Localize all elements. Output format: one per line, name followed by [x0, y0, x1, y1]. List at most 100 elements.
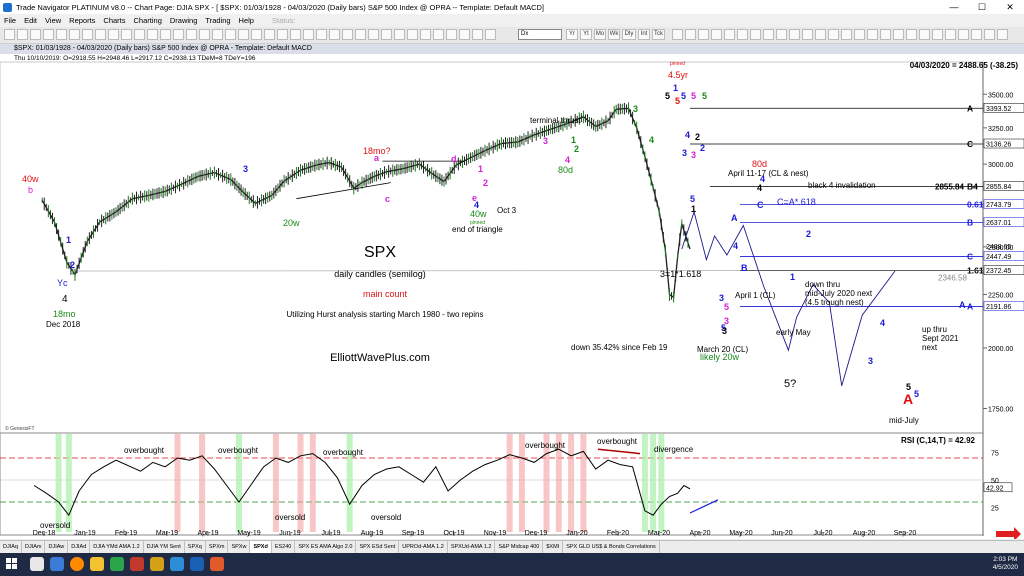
chart-area[interactable]: Thu 10/10/2019: O=2918.55 H=2948.46 L=29…	[0, 54, 1024, 541]
scroll-right-icon[interactable]	[996, 527, 1021, 541]
toolbar-button[interactable]	[997, 29, 1008, 40]
tab-spxm[interactable]: SPXm	[206, 541, 229, 553]
close-button[interactable]: ✕	[996, 0, 1024, 14]
mo-button[interactable]: Mo	[594, 29, 606, 40]
toolbar-button[interactable]	[815, 29, 826, 40]
toolbar-button[interactable]	[251, 29, 262, 40]
toolbar-button[interactable]	[919, 29, 930, 40]
toolbar-button[interactable]	[485, 29, 496, 40]
tab-spx-esd-sent[interactable]: SPX ESd Sent	[356, 541, 400, 553]
toolbar-button[interactable]	[95, 29, 106, 40]
tab-spxw[interactable]: SPXw	[228, 541, 251, 553]
toolbar-button[interactable]	[225, 29, 236, 40]
toolbar-button[interactable]	[776, 29, 787, 40]
toolbar-button[interactable]	[212, 29, 223, 40]
toolbar-button[interactable]	[17, 29, 28, 40]
toolbar-button[interactable]	[316, 29, 327, 40]
menu-view[interactable]: View	[45, 16, 61, 25]
excel-icon[interactable]	[110, 557, 124, 571]
toolbar-button[interactable]	[199, 29, 210, 40]
toolbar-button[interactable]	[368, 29, 379, 40]
toolbar-button[interactable]	[828, 29, 839, 40]
yt-button[interactable]: Yt	[580, 29, 592, 40]
tab-djia-ym-sent[interactable]: DJIA YM Sent	[144, 541, 185, 553]
toolbar-button[interactable]	[30, 29, 41, 40]
toolbar-button[interactable]	[711, 29, 722, 40]
app-icon-yellow[interactable]	[150, 557, 164, 571]
menu-help[interactable]: Help	[239, 16, 254, 25]
toolbar-button[interactable]	[160, 29, 171, 40]
toolbar-button[interactable]	[147, 29, 158, 40]
tab-djiam[interactable]: DJIAm	[22, 541, 46, 553]
tab-djiaw[interactable]: DJIAw	[45, 541, 69, 553]
toolbar-button[interactable]	[108, 29, 119, 40]
trade-navigator-icon[interactable]	[170, 557, 184, 571]
toolbar-button[interactable]	[277, 29, 288, 40]
toolbar-button[interactable]	[698, 29, 709, 40]
tab-spxq[interactable]: SPXq	[185, 541, 206, 553]
toolbar-button[interactable]	[984, 29, 995, 40]
menu-drawing[interactable]: Drawing	[170, 16, 198, 25]
tab--xmi[interactable]: $XMI	[543, 541, 564, 553]
toolbar-button[interactable]	[459, 29, 470, 40]
tab-djia-ymd-ama-1-2[interactable]: DJIA YMd AMA 1.2	[90, 541, 144, 553]
toolbar-button[interactable]	[394, 29, 405, 40]
toolbar-button[interactable]	[4, 29, 15, 40]
toolbar-button[interactable]	[971, 29, 982, 40]
toolbar-button[interactable]	[56, 29, 67, 40]
toolbar-button[interactable]	[854, 29, 865, 40]
toolbar-button[interactable]	[841, 29, 852, 40]
tab-s-p-midcap-400[interactable]: S&P Midcap 400	[495, 541, 544, 553]
toolbar-button[interactable]	[802, 29, 813, 40]
tab-spx-es-ama-algo-2-0[interactable]: SPX ES AMA Algo 2.0	[295, 541, 357, 553]
int-button[interactable]: Int	[638, 29, 650, 40]
toolbar-button[interactable]	[355, 29, 366, 40]
toolbar-button[interactable]	[763, 29, 774, 40]
wk-button[interactable]: Wk	[608, 29, 620, 40]
toolbar-button[interactable]	[381, 29, 392, 40]
toolbar-button[interactable]	[472, 29, 483, 40]
toolbar-button[interactable]	[737, 29, 748, 40]
toolbar-button[interactable]	[724, 29, 735, 40]
toolbar-button[interactable]	[958, 29, 969, 40]
toolbar-button[interactable]	[945, 29, 956, 40]
toolbar-button[interactable]	[238, 29, 249, 40]
toolbar-button[interactable]	[433, 29, 444, 40]
toolbar-button[interactable]	[303, 29, 314, 40]
price-chart[interactable]: Thu 10/10/2019: O=2918.55 H=2948.46 L=29…	[0, 54, 1024, 541]
menu-file[interactable]: File	[4, 16, 16, 25]
dly-button[interactable]: Dly	[622, 29, 636, 40]
powerpoint-icon[interactable]	[210, 557, 224, 571]
toolbar-button[interactable]	[173, 29, 184, 40]
menu-edit[interactable]: Edit	[24, 16, 37, 25]
toolbar-button[interactable]	[134, 29, 145, 40]
toolbar-button[interactable]	[420, 29, 431, 40]
minimize-button[interactable]: —	[940, 0, 968, 14]
app-icon-red[interactable]	[130, 557, 144, 571]
tab-djiaq[interactable]: DJIAq	[0, 541, 22, 553]
toolbar-button[interactable]	[867, 29, 878, 40]
toolbar-button[interactable]	[893, 29, 904, 40]
file-explorer-icon[interactable]	[90, 557, 104, 571]
word-icon[interactable]	[190, 557, 204, 571]
toolbar-button[interactable]	[685, 29, 696, 40]
start-button[interactable]	[6, 558, 18, 570]
yr-button[interactable]: Yr	[566, 29, 578, 40]
toolbar-button[interactable]	[121, 29, 132, 40]
search-icon[interactable]	[30, 557, 44, 571]
tab-djiad[interactable]: DJIAd	[68, 541, 91, 553]
firefox-icon[interactable]	[70, 557, 84, 571]
toolbar-button[interactable]	[446, 29, 457, 40]
toolbar-button[interactable]	[290, 29, 301, 40]
menu-charting[interactable]: Charting	[134, 16, 162, 25]
tab-spxud-ama-1-2[interactable]: SPXUd-AMA 1.2	[448, 541, 496, 553]
toolbar-button[interactable]	[43, 29, 54, 40]
toolbar-button[interactable]	[789, 29, 800, 40]
tab-spxd[interactable]: SPXd	[250, 541, 272, 553]
tab-es240[interactable]: ES240	[272, 541, 296, 553]
toolbar-button[interactable]	[932, 29, 943, 40]
menu-trading[interactable]: Trading	[205, 16, 230, 25]
toolbar-button[interactable]	[186, 29, 197, 40]
toolbar-button[interactable]	[264, 29, 275, 40]
tck-button[interactable]: Tck	[652, 29, 665, 40]
